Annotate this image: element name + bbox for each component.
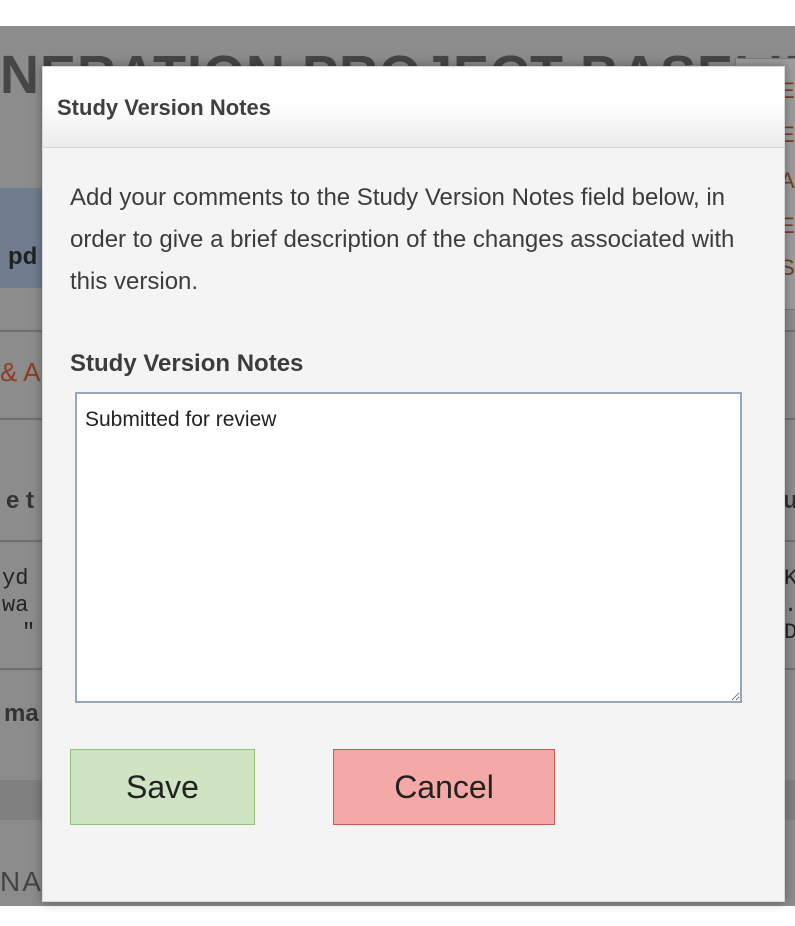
notes-label: Study Version Notes [70, 350, 304, 377]
code-line: yd [2, 566, 29, 591]
code-line-right: Ki [784, 566, 795, 591]
dialog-description: Add your comments to the Study Version N… [70, 184, 735, 295]
code-line: " [22, 620, 36, 645]
column-header-fragment: e t [6, 487, 35, 514]
notes-textarea[interactable]: Submitted for review [75, 392, 742, 703]
study-version-notes-dialog: Study Version Notes Add your comments to… [42, 66, 785, 902]
code-line-right: DJ [784, 620, 795, 645]
dialog-header: Study Version Notes [43, 67, 784, 148]
section-fragment: pd [8, 243, 38, 270]
dialog-title: Study Version Notes [57, 95, 271, 120]
section-header-band [0, 188, 44, 288]
top-strip [0, 0, 795, 26]
cancel-button[interactable]: Cancel [333, 749, 555, 825]
code-line: wa [2, 593, 29, 618]
row-label-fragment: ma [4, 700, 39, 727]
save-button[interactable]: Save [70, 749, 255, 825]
bottom-strip [0, 906, 795, 926]
tab-fragment: & A [0, 357, 41, 387]
code-line-right: . [784, 593, 795, 619]
